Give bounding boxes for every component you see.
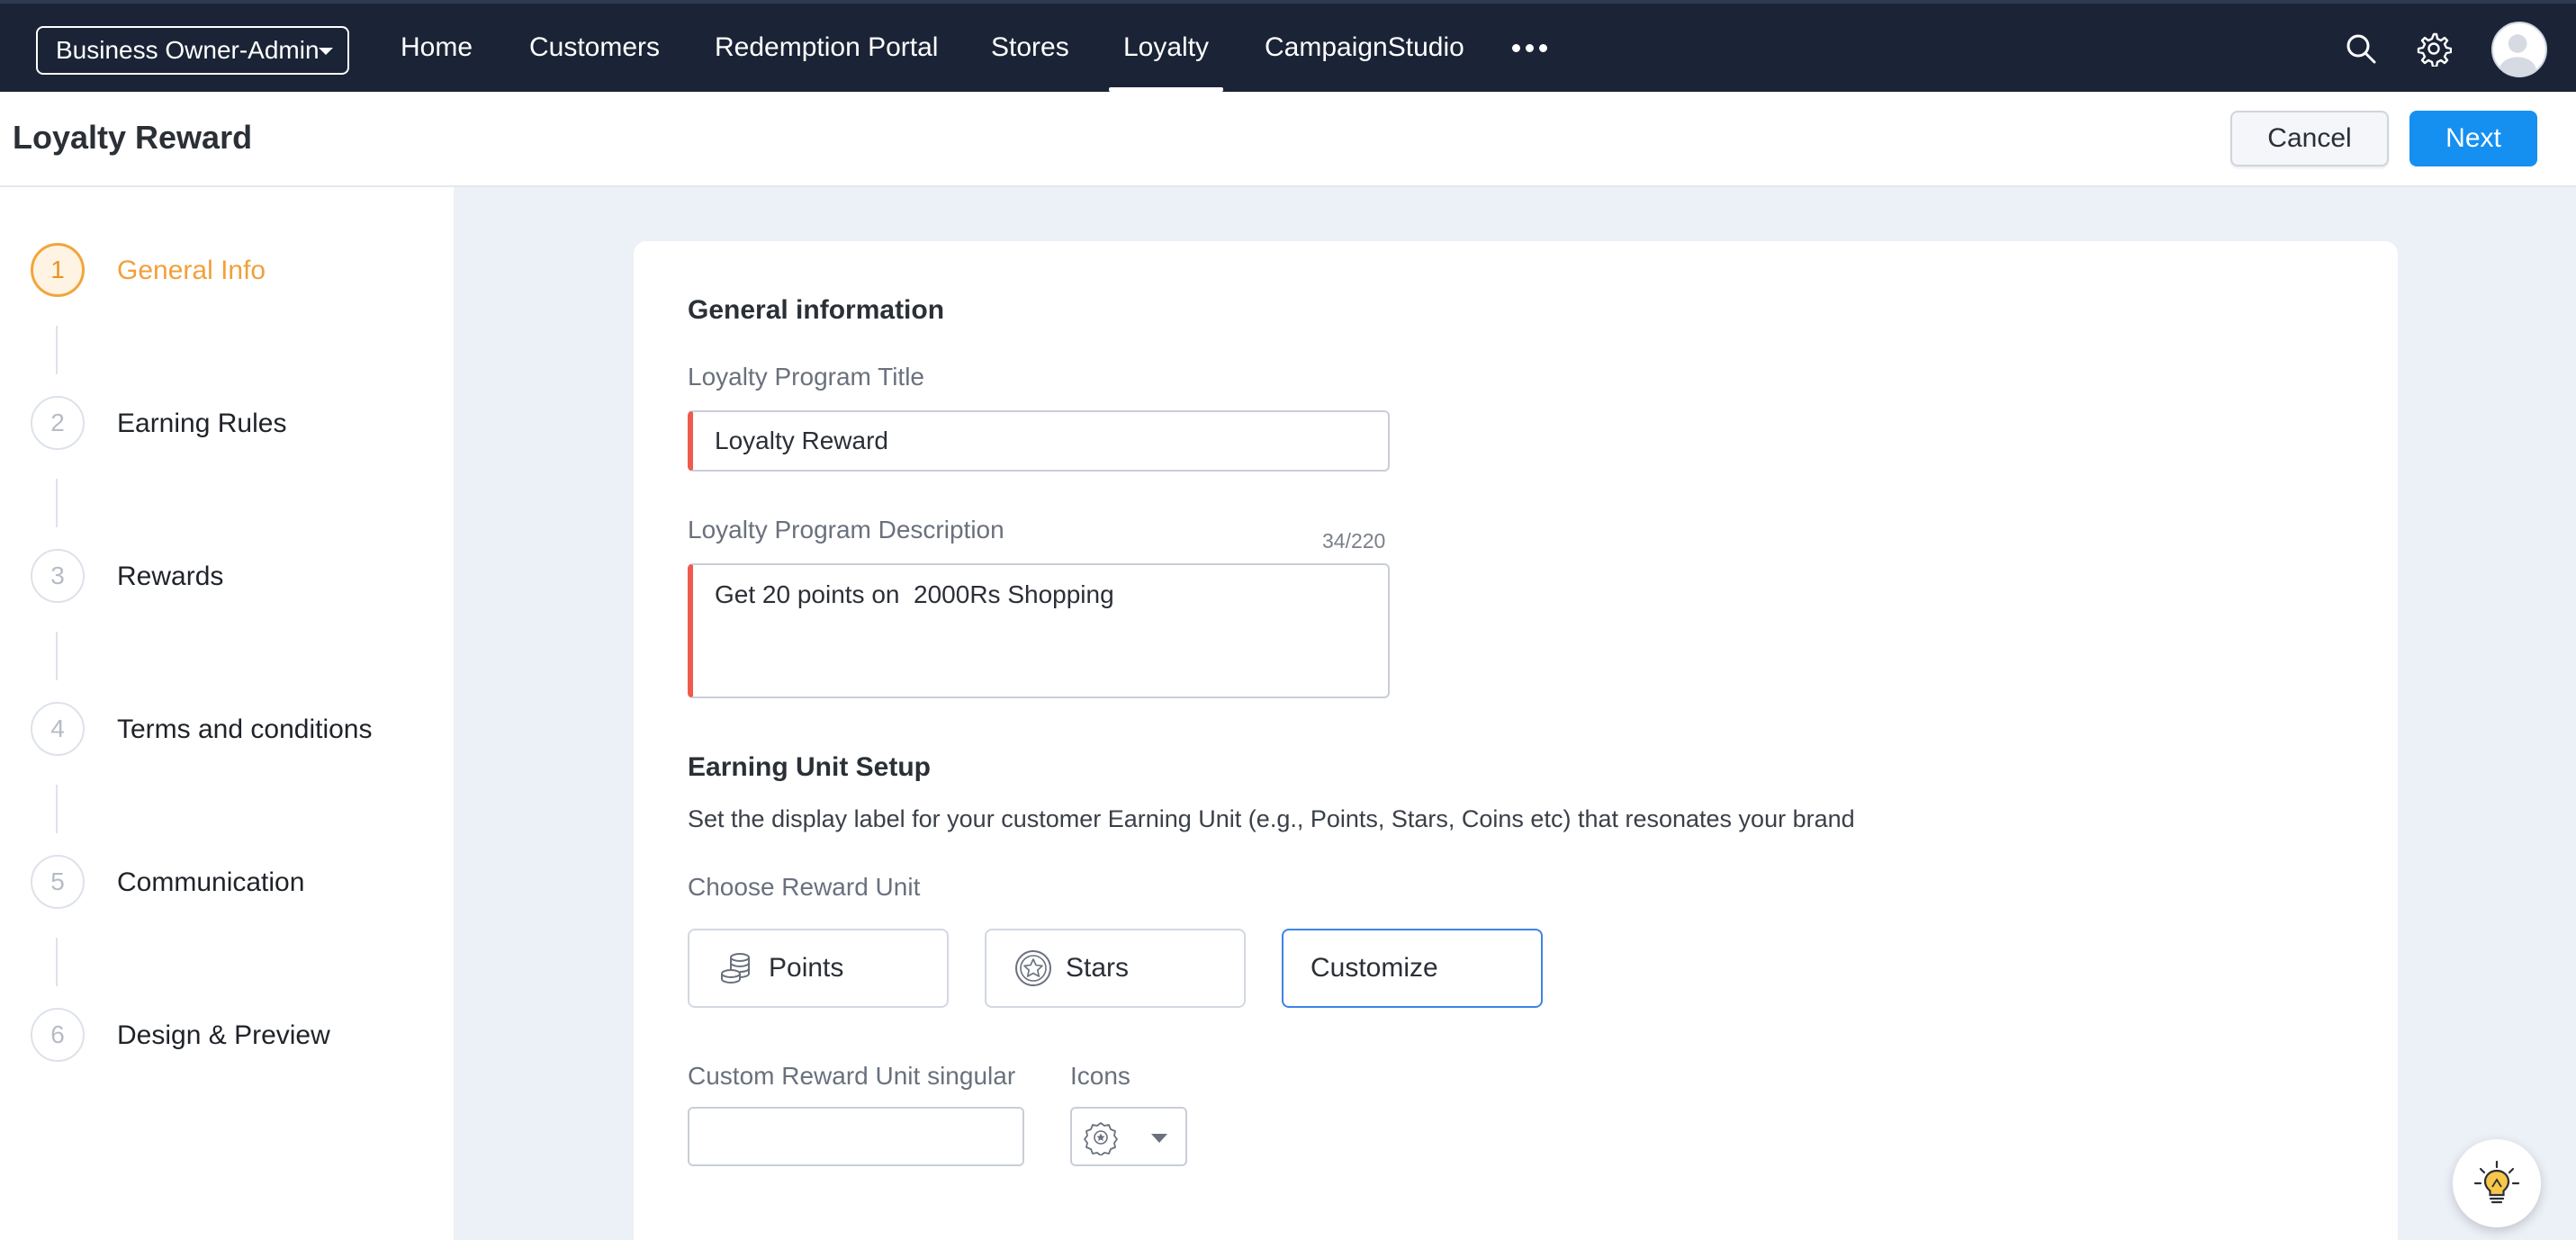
step-label: Communication: [117, 867, 305, 897]
step-label: Terms and conditions: [117, 714, 373, 744]
step-number: 2: [31, 396, 85, 450]
earning-unit-helper-text: Set the display label for your customer …: [688, 805, 1855, 832]
step-connector: [56, 785, 58, 833]
program-title-label: Loyalty Program Title: [688, 363, 924, 391]
badge-icon: [1084, 1122, 1118, 1155]
reward-unit-option-label: Stars: [1066, 953, 1130, 983]
top-navigation-bar: Business Owner-Admin Home Customers Rede…: [0, 0, 2576, 92]
step-number: 4: [31, 702, 85, 756]
step-connector: [56, 632, 58, 680]
star-badge-icon: [1015, 950, 1051, 986]
step-terms-and-conditions[interactable]: 4 Terms and conditions: [31, 702, 445, 756]
step-label: Design & Preview: [117, 1020, 330, 1050]
reward-unit-customize-option[interactable]: Customize: [1282, 929, 1543, 1008]
search-icon[interactable]: [2343, 31, 2379, 67]
nav-item-loyalty[interactable]: Loyalty: [1108, 4, 1224, 92]
program-description-label: Loyalty Program Description: [688, 516, 1004, 544]
step-rewards[interactable]: 3 Rewards: [31, 549, 445, 603]
cancel-button[interactable]: Cancel: [2230, 111, 2389, 166]
step-communication[interactable]: 5 Communication: [31, 855, 445, 909]
step-number: 3: [31, 549, 85, 603]
coins-icon: [721, 953, 750, 984]
step-general-info[interactable]: 1 General Info: [31, 243, 445, 297]
step-earning-rules[interactable]: 2 Earning Rules: [31, 396, 445, 450]
choose-reward-unit-label: Choose Reward Unit: [688, 873, 921, 901]
step-number: 5: [31, 855, 85, 909]
caret-down-icon: [319, 48, 333, 55]
description-char-counter: 34/220: [1322, 529, 1386, 553]
lightbulb-icon: [2473, 1160, 2520, 1204]
step-connector: [56, 938, 58, 986]
more-horizontal-icon[interactable]: [1512, 38, 1552, 58]
org-role-label: Business Owner-Admin: [56, 36, 320, 64]
reward-unit-points-option[interactable]: Points: [688, 929, 949, 1008]
nav-item-label: Redemption Portal: [715, 32, 939, 62]
step-number: 6: [31, 1008, 85, 1062]
reward-unit-option-label: Customize: [1311, 953, 1438, 983]
step-label: Rewards: [117, 562, 224, 591]
gear-icon[interactable]: [2416, 31, 2452, 67]
nav-item-label: Home: [401, 32, 473, 62]
next-button[interactable]: Next: [2409, 111, 2537, 166]
nav-item-customers[interactable]: Customers: [529, 4, 660, 92]
nav-item-home[interactable]: Home: [401, 4, 473, 92]
nav-item-label: CampaignStudio: [1265, 32, 1464, 62]
nav-item-label: Customers: [529, 32, 661, 62]
reward-unit-option-label: Points: [769, 953, 844, 983]
user-avatar-icon[interactable]: [2491, 22, 2547, 77]
custom-reward-unit-singular-label: Custom Reward Unit singular: [688, 1062, 1016, 1090]
program-title-input[interactable]: Loyalty Reward: [688, 410, 1390, 472]
nav-item-label: Stores: [991, 32, 1069, 62]
step-label: Earning Rules: [117, 409, 287, 438]
earning-unit-setup-heading: Earning Unit Setup: [688, 752, 931, 782]
nav-item-redemption-portal[interactable]: Redemption Portal: [715, 4, 938, 92]
page-title: Loyalty Reward: [13, 119, 253, 156]
icon-select-dropdown[interactable]: [1070, 1107, 1187, 1166]
nav-item-campaignstudio[interactable]: CampaignStudio: [1265, 4, 1464, 92]
nav-item-stores[interactable]: Stores: [991, 4, 1069, 92]
step-connector: [56, 326, 58, 374]
icons-label: Icons: [1070, 1062, 1130, 1090]
step-design-and-preview[interactable]: 6 Design & Preview: [31, 1008, 445, 1062]
page-header: Loyalty Reward Cancel Next: [0, 92, 2576, 187]
lightbulb-help-button[interactable]: [2453, 1139, 2541, 1227]
org-role-selector[interactable]: Business Owner-Admin: [36, 26, 349, 75]
program-description-textarea[interactable]: Get 20 points on 2000Rs Shopping: [688, 563, 1390, 698]
nav-item-label: Loyalty: [1123, 32, 1210, 62]
step-label: General Info: [117, 256, 266, 285]
reward-unit-stars-option[interactable]: Stars: [985, 929, 1246, 1008]
step-connector: [56, 479, 58, 527]
step-number: 1: [31, 243, 85, 297]
caret-down-icon: [1151, 1134, 1167, 1143]
general-information-heading: General information: [688, 295, 945, 325]
custom-reward-unit-singular-input[interactable]: [688, 1107, 1024, 1166]
